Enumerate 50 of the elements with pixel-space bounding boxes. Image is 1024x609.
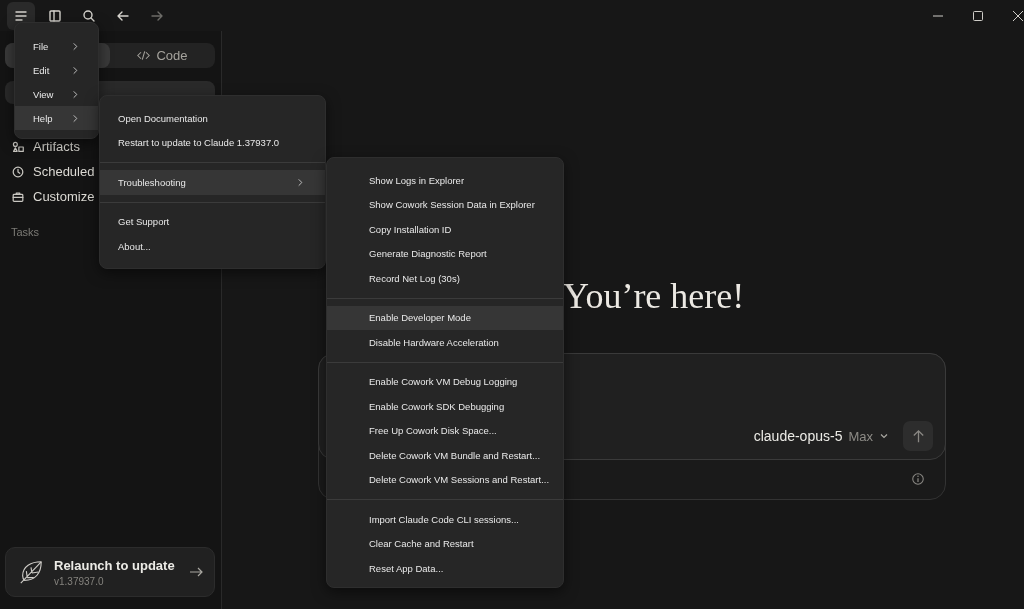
send-button[interactable]: [903, 421, 933, 451]
chevron-right-icon: [71, 113, 80, 123]
update-title: Relaunch to update: [54, 557, 176, 573]
model-selector[interactable]: claude-opus-5 Max: [753, 428, 889, 444]
menu-item[interactable]: Open Documentation: [100, 106, 325, 131]
menu-item[interactable]: Get Support: [100, 209, 325, 234]
menu-item[interactable]: Show Cowork Session Data in Explorer: [327, 192, 563, 217]
menu-item[interactable]: Disable Hardware Acceleration: [327, 330, 563, 355]
chevron-right-icon: [71, 89, 80, 99]
menu-item[interactable]: Enable Developer Mode: [327, 305, 563, 330]
search-icon[interactable]: [81, 7, 97, 24]
mode-tab[interactable]: Code: [110, 43, 215, 68]
close-icon[interactable]: [1012, 9, 1024, 22]
menu-item[interactable]: Clear Cache and Restart: [327, 531, 563, 556]
chevron-right-icon: [71, 65, 80, 75]
menu-item[interactable]: Copy Installation ID: [327, 217, 563, 242]
sidebar-icon[interactable]: [47, 7, 63, 24]
briefcase-icon[interactable]: [11, 189, 25, 204]
menu-item[interactable]: File: [15, 34, 98, 58]
menu-item[interactable]: Restart to update to Claude 1.37937.0: [100, 130, 325, 155]
menu-item[interactable]: Show Logs in Explorer: [327, 168, 563, 193]
menu-item[interactable]: About...: [100, 234, 325, 259]
greeting-heading: You’re here!: [563, 275, 745, 318]
code-icon: [137, 49, 151, 62]
menu-item[interactable]: Troubleshooting: [100, 170, 325, 195]
sidebar-item[interactable]: Scheduled: [33, 164, 95, 179]
menu-item[interactable]: Import Claude Code CLI sessions...: [327, 507, 563, 532]
maximize-icon[interactable]: [972, 9, 984, 22]
sidebar-item[interactable]: Artifacts: [33, 139, 80, 154]
menu-item[interactable]: Enable Cowork VM Debug Logging: [327, 369, 563, 394]
section-label: Tasks: [10, 226, 41, 238]
menu-item[interactable]: Enable Cowork SDK Debugging: [327, 394, 563, 419]
chevron-down-icon: [879, 431, 889, 441]
menu-item[interactable]: Reset App Data...: [327, 556, 563, 581]
chevron-right-icon: [71, 41, 80, 51]
menu-item[interactable]: Free Up Cowork Disk Space...: [327, 418, 563, 443]
menu-item[interactable]: Record Net Log (30s): [327, 266, 563, 291]
menu-item[interactable]: Edit: [15, 58, 98, 82]
clock-icon[interactable]: [11, 164, 25, 179]
menu-item[interactable]: Help: [15, 106, 98, 130]
menu-item[interactable]: Generate Diagnostic Report: [327, 241, 563, 266]
version-label: v1.37937.0: [54, 575, 105, 587]
menu-item[interactable]: View: [15, 82, 98, 106]
leaf-icon: [18, 559, 44, 585]
chevron-right-icon: [296, 177, 305, 187]
sidebar-item[interactable]: Customize: [33, 189, 95, 204]
update-card[interactable]: Relaunch to update v1.37937.0: [5, 547, 215, 597]
info-icon[interactable]: [911, 472, 925, 486]
menu-item[interactable]: Delete Cowork VM Sessions and Restart...: [327, 467, 563, 492]
shapes-icon[interactable]: [11, 139, 25, 154]
